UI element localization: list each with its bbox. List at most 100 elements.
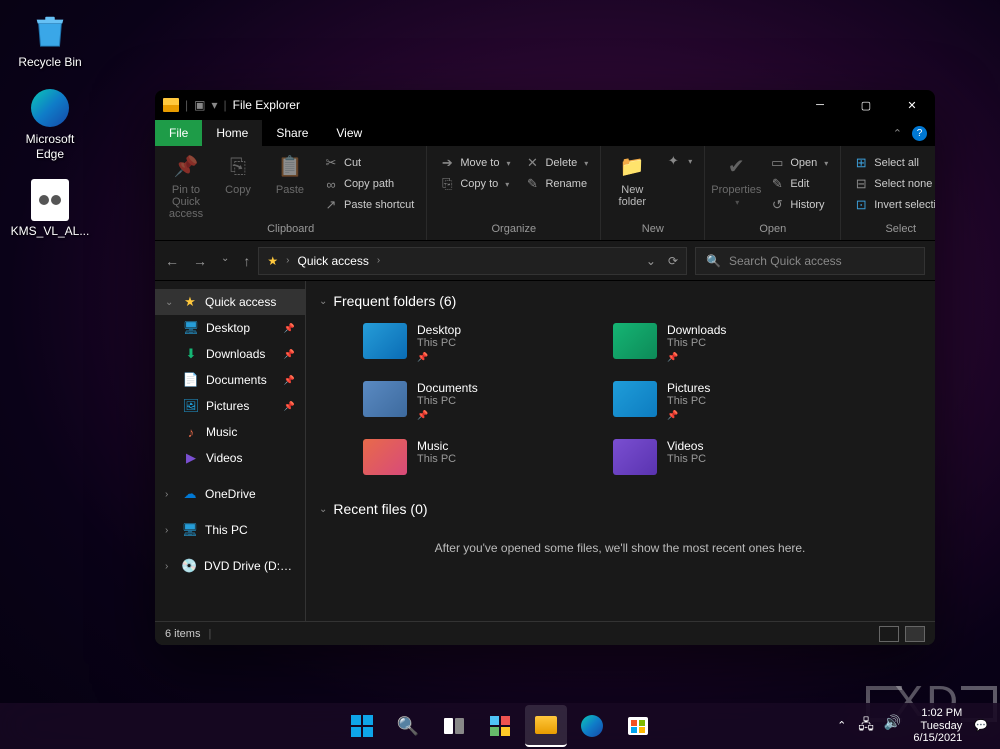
- tab-share[interactable]: Share: [262, 120, 322, 146]
- copy-path-button[interactable]: ∞Copy path: [317, 174, 420, 194]
- delete-icon: ✕: [524, 155, 540, 171]
- view-large-button[interactable]: [905, 626, 925, 642]
- newfolder-icon: 📁: [617, 153, 647, 181]
- help-icon[interactable]: ?: [912, 126, 927, 141]
- rename-button[interactable]: ✎Rename: [518, 174, 594, 194]
- start-button[interactable]: [341, 705, 383, 747]
- rename-icon: ✎: [524, 176, 540, 192]
- nav-recent-button[interactable]: ⌄: [221, 253, 229, 269]
- sidebar-documents[interactable]: 📄Documents📌: [155, 367, 305, 393]
- folder-desktop[interactable]: Desktop This PC 📌: [359, 319, 579, 367]
- sidebar-pictures[interactable]: 🖼Pictures📌: [155, 393, 305, 419]
- store-taskbar-button[interactable]: [617, 705, 659, 747]
- window-title: File Explorer: [233, 98, 300, 112]
- history-button[interactable]: ↺History: [763, 195, 834, 215]
- breadcrumb[interactable]: ★ › Quick access › ⌄⟳: [258, 247, 687, 275]
- close-button[interactable]: ✕: [889, 90, 935, 120]
- desktop-icon-recycle-bin[interactable]: Recycle Bin: [12, 10, 88, 69]
- tray-chevron-icon[interactable]: ⌃: [837, 719, 846, 732]
- tab-view[interactable]: View: [322, 120, 376, 146]
- maximize-button[interactable]: ▢: [843, 90, 889, 120]
- statusbar: 6 items |: [155, 621, 935, 645]
- folder-icon: [363, 323, 407, 359]
- picture-icon: 🖼: [183, 398, 199, 414]
- sidebar-music[interactable]: ♪Music: [155, 419, 305, 445]
- copy-to-button[interactable]: ⎘Copy to▾: [433, 174, 516, 194]
- breadcrumb-dropdown-icon[interactable]: ⌄: [646, 254, 656, 268]
- copy-button[interactable]: ⎘Copy: [213, 149, 263, 196]
- folder-documents[interactable]: Documents This PC 📌: [359, 377, 579, 425]
- star-icon: ★: [267, 254, 278, 268]
- view-details-button[interactable]: [879, 626, 899, 642]
- group-new-label: New: [607, 223, 698, 237]
- sidebar-desktop[interactable]: 🖥Desktop📌: [155, 315, 305, 341]
- delete-button[interactable]: ✕Delete▾: [518, 153, 594, 173]
- star-icon: ★: [182, 294, 198, 310]
- move-to-button[interactable]: ➔Move to▾: [433, 153, 516, 173]
- tab-file[interactable]: File: [155, 120, 202, 146]
- shortcut-icon: ↗: [323, 197, 339, 213]
- folder-videos[interactable]: Videos This PC: [609, 435, 829, 479]
- search-input[interactable]: 🔍 Search Quick access: [695, 247, 925, 275]
- group-organize-label: Organize: [433, 223, 594, 237]
- new-folder-button[interactable]: 📁New folder: [607, 149, 657, 208]
- pin-to-quick-access-button[interactable]: 📌Pin to Quick access: [161, 149, 211, 220]
- folder-downloads[interactable]: Downloads This PC 📌: [609, 319, 829, 367]
- invert-selection-button[interactable]: ⊡Invert selection: [847, 195, 935, 215]
- pin-icon: 📌: [284, 349, 295, 360]
- sidebar-dvd[interactable]: ›💿DVD Drive (D:) CC: [155, 553, 305, 579]
- folder-icon: [363, 439, 407, 475]
- sidebar-quick-access[interactable]: ⌄★Quick access: [155, 289, 305, 315]
- file-explorer-taskbar-button[interactable]: [525, 705, 567, 747]
- open-button[interactable]: ▭Open▾: [763, 153, 834, 173]
- folder-location: This PC: [667, 453, 706, 465]
- tab-home[interactable]: Home: [202, 120, 262, 146]
- paste-shortcut-button[interactable]: ↗Paste shortcut: [317, 195, 420, 215]
- path-icon: ∞: [323, 176, 339, 192]
- widgets-button[interactable]: [479, 705, 521, 747]
- exec-icon: [29, 179, 71, 221]
- new-item-button[interactable]: ✦▾: [659, 151, 698, 171]
- select-all-button[interactable]: ⊞Select all: [847, 153, 935, 173]
- pin-icon: 📌: [417, 352, 461, 363]
- newitem-icon: ✦: [665, 153, 681, 169]
- folder-pictures[interactable]: Pictures This PC 📌: [609, 377, 829, 425]
- edge-icon: [29, 87, 71, 129]
- paste-button[interactable]: 📋Paste: [265, 149, 315, 196]
- edit-button[interactable]: ✎Edit: [763, 174, 834, 194]
- system-tray[interactable]: 🖧 🔊: [858, 714, 901, 738]
- clock[interactable]: 1:02 PM Tuesday 6/15/2021: [913, 707, 962, 745]
- desktop-icon-kms[interactable]: KMS_VL_AL...: [12, 179, 88, 238]
- folder-name: Videos: [667, 439, 706, 453]
- properties-button[interactable]: ✔Properties▾: [711, 149, 761, 208]
- edge-taskbar-button[interactable]: [571, 705, 613, 747]
- recent-files-header[interactable]: ⌄Recent files (0): [319, 501, 921, 517]
- titlebar[interactable]: | ▣ ▾ | File Explorer ─ ▢ ✕: [155, 90, 935, 120]
- nav-back-button[interactable]: ←: [165, 253, 179, 269]
- refresh-icon[interactable]: ⟳: [668, 254, 678, 268]
- desktop-icons: Recycle Bin Microsoft Edge KMS_VL_AL...: [12, 10, 88, 239]
- cut-button[interactable]: ✂Cut: [317, 153, 420, 173]
- volume-icon[interactable]: 🔊: [884, 714, 901, 738]
- minimize-button[interactable]: ─: [797, 90, 843, 120]
- desktop-icon-edge[interactable]: Microsoft Edge: [12, 87, 88, 161]
- moveto-icon: ➔: [439, 155, 455, 171]
- copy-icon: ⎘: [223, 153, 253, 181]
- sidebar-thispc[interactable]: ›🖥This PC: [155, 517, 305, 543]
- nav-up-button[interactable]: ↑: [243, 253, 250, 269]
- sidebar-videos[interactable]: ▶Videos: [155, 445, 305, 471]
- notification-icon[interactable]: 💬: [974, 719, 988, 732]
- frequent-folders-header[interactable]: ⌄Frequent folders (6): [319, 293, 921, 309]
- sidebar-downloads[interactable]: ⬇Downloads📌: [155, 341, 305, 367]
- folder-music[interactable]: Music This PC: [359, 435, 579, 479]
- sidebar-onedrive[interactable]: ›☁OneDrive: [155, 481, 305, 507]
- task-view-button[interactable]: [433, 705, 475, 747]
- search-button[interactable]: 🔍: [387, 705, 429, 747]
- collapse-ribbon-icon[interactable]: ⌃: [893, 127, 902, 140]
- invert-icon: ⊡: [853, 197, 869, 213]
- select-none-button[interactable]: ⊟Select none: [847, 174, 935, 194]
- copyto-icon: ⎘: [439, 176, 455, 192]
- properties-icon: ✔: [721, 153, 751, 181]
- nav-forward-button[interactable]: →: [193, 253, 207, 269]
- network-icon[interactable]: 🖧: [858, 714, 874, 738]
